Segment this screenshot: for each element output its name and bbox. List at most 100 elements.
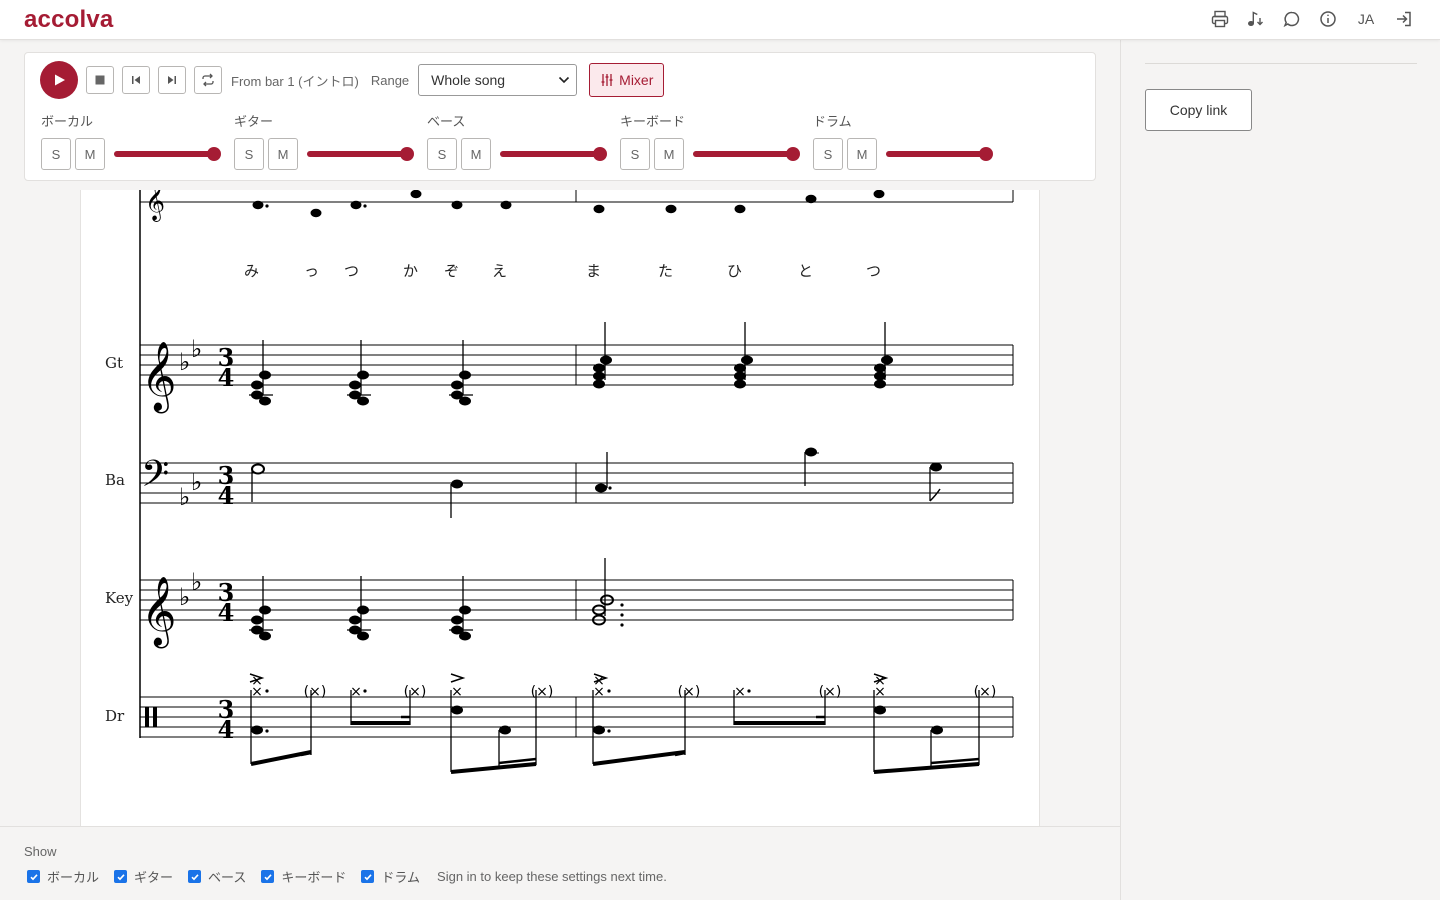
- lyric-syllable: た: [658, 262, 673, 280]
- bass-clef-glyph: 𝄢: [141, 453, 169, 504]
- track-guitar: ギター S M: [234, 111, 414, 171]
- copy-link-button[interactable]: Copy link: [1145, 89, 1252, 131]
- skip-to-start-button[interactable]: [122, 66, 150, 94]
- staff-label-guitar: Gt: [105, 354, 123, 372]
- main-area: From bar 1 (イントロ) Range Whole song Mixer…: [0, 40, 1120, 900]
- treble-clef-glyph: 𝄞: [145, 190, 165, 222]
- loop-icon: [202, 73, 214, 87]
- lyric-syllable: つ: [866, 262, 881, 280]
- lyric-syllable: か: [403, 262, 418, 280]
- mute-button[interactable]: M: [847, 138, 877, 170]
- info-icon[interactable]: [1318, 8, 1338, 30]
- show-checkbox-drums[interactable]: ドラム: [361, 867, 420, 886]
- volume-slider[interactable]: [886, 147, 993, 161]
- show-checkbox-vocal[interactable]: ボーカル: [27, 867, 99, 886]
- mixer-label: Mixer: [619, 72, 654, 88]
- solo-button[interactable]: S: [41, 138, 71, 170]
- lyric-syllable: ま: [586, 262, 601, 280]
- skip-forward-icon: [168, 76, 176, 84]
- lyric-syllable: ぞ: [444, 262, 459, 280]
- checkbox-checked-icon: [261, 870, 275, 883]
- ghost-note-mark: (×): [404, 684, 427, 700]
- volume-slider[interactable]: [693, 147, 800, 161]
- time-sig-bottom: 4: [218, 481, 235, 510]
- lyric-syllable: み: [244, 262, 259, 280]
- time-sig-bottom: 4: [218, 715, 235, 744]
- lyric-syllable: と: [798, 262, 813, 280]
- svg-text:♭: ♭: [179, 483, 190, 511]
- mute-button[interactable]: M: [461, 138, 491, 170]
- ghost-note-mark: (×): [678, 684, 701, 700]
- svg-text:♭: ♭: [191, 468, 202, 496]
- checkbox-label: ベース: [208, 870, 247, 885]
- top-bar: accolva JA: [0, 0, 1440, 40]
- app-logo[interactable]: accolva: [24, 6, 113, 34]
- track-name: ベース: [427, 114, 466, 129]
- checkbox-label: キーボード: [281, 870, 347, 885]
- lyric-syllable: え: [492, 262, 507, 280]
- time-signatures: 3 4 3 4 3 4 3 4: [218, 343, 235, 744]
- stop-button[interactable]: [86, 66, 114, 94]
- stop-icon: [95, 75, 105, 85]
- staff-label-bass: Ba: [105, 471, 125, 489]
- staff-labels: Gt Ba Key Dr: [105, 354, 134, 725]
- svg-text:♭: ♭: [179, 583, 190, 611]
- lyrics-line: み っ つ か ぞ え ま た ひ と つ: [244, 262, 881, 280]
- mixer-button[interactable]: Mixer: [589, 63, 665, 97]
- sidebar-divider: [1145, 63, 1417, 64]
- svg-text:♭: ♭: [191, 335, 202, 363]
- percussion-clef: [145, 707, 149, 727]
- solo-button[interactable]: S: [620, 138, 650, 170]
- mute-button[interactable]: M: [75, 138, 105, 170]
- svg-text:×: ×: [350, 684, 362, 700]
- checkbox-label: ボーカル: [47, 870, 100, 885]
- skip-to-end-button[interactable]: [158, 66, 186, 94]
- language-switcher[interactable]: JA: [1354, 11, 1378, 27]
- time-sig-bottom: 4: [218, 598, 235, 627]
- music-notes-icon[interactable]: [1246, 8, 1266, 30]
- show-title: Show: [24, 844, 57, 859]
- track-vocal: ボーカル S M: [41, 111, 221, 171]
- lyric-syllable: っ: [304, 262, 319, 280]
- checkbox-checked-icon: [27, 870, 40, 883]
- lyric-syllable: ひ: [727, 262, 742, 280]
- track-keyboard: キーボード S M: [620, 111, 800, 171]
- volume-slider[interactable]: [307, 147, 414, 161]
- staff-label-drums: Dr: [105, 707, 125, 725]
- start-bar-label[interactable]: From bar 1 (イントロ): [231, 71, 359, 90]
- play-button[interactable]: [40, 61, 78, 99]
- show-checkbox-row: ボーカル ギター ベース キーボード ドラム Sign in to keep t…: [27, 867, 667, 886]
- svg-text:×: ×: [451, 684, 463, 700]
- score-sheet[interactable]: 𝄞 み っ つ か ぞ え ま た ひ と つ Gt Ba Key Dr 𝄞 8…: [80, 190, 1040, 830]
- lyric-syllable: つ: [344, 262, 359, 280]
- show-checkbox-keyboard[interactable]: キーボード: [261, 867, 346, 886]
- checkbox-label: ドラム: [381, 870, 421, 885]
- skip-back-icon: [132, 76, 140, 84]
- loop-button[interactable]: [194, 66, 222, 94]
- show-checkbox-guitar[interactable]: ギター: [114, 867, 173, 886]
- volume-slider[interactable]: [114, 147, 221, 161]
- solo-button[interactable]: S: [813, 138, 843, 170]
- comment-icon[interactable]: [1282, 8, 1302, 30]
- volume-slider[interactable]: [500, 147, 607, 161]
- ghost-note-mark: (×): [304, 684, 327, 700]
- svg-text:♭: ♭: [191, 568, 202, 596]
- octave-mark: 8: [154, 401, 161, 414]
- player-panel: From bar 1 (イントロ) Range Whole song Mixer…: [24, 52, 1096, 181]
- time-sig-bottom: 4: [218, 363, 235, 392]
- print-icon[interactable]: [1210, 8, 1230, 30]
- mute-button[interactable]: M: [654, 138, 684, 170]
- svg-text:×: ×: [874, 673, 886, 689]
- chevron-down-icon: [559, 76, 570, 84]
- track-name: ドラム: [813, 114, 852, 129]
- solo-button[interactable]: S: [234, 138, 264, 170]
- track-bass: ベース S M: [427, 111, 607, 171]
- play-icon: [55, 74, 65, 86]
- solo-button[interactable]: S: [427, 138, 457, 170]
- show-checkbox-bass[interactable]: ベース: [188, 867, 246, 886]
- sliders-icon: [601, 74, 613, 86]
- range-select[interactable]: Whole song: [418, 64, 578, 96]
- mute-button[interactable]: M: [268, 138, 298, 170]
- sign-in-icon[interactable]: [1394, 8, 1414, 30]
- checkbox-checked-icon: [361, 870, 375, 883]
